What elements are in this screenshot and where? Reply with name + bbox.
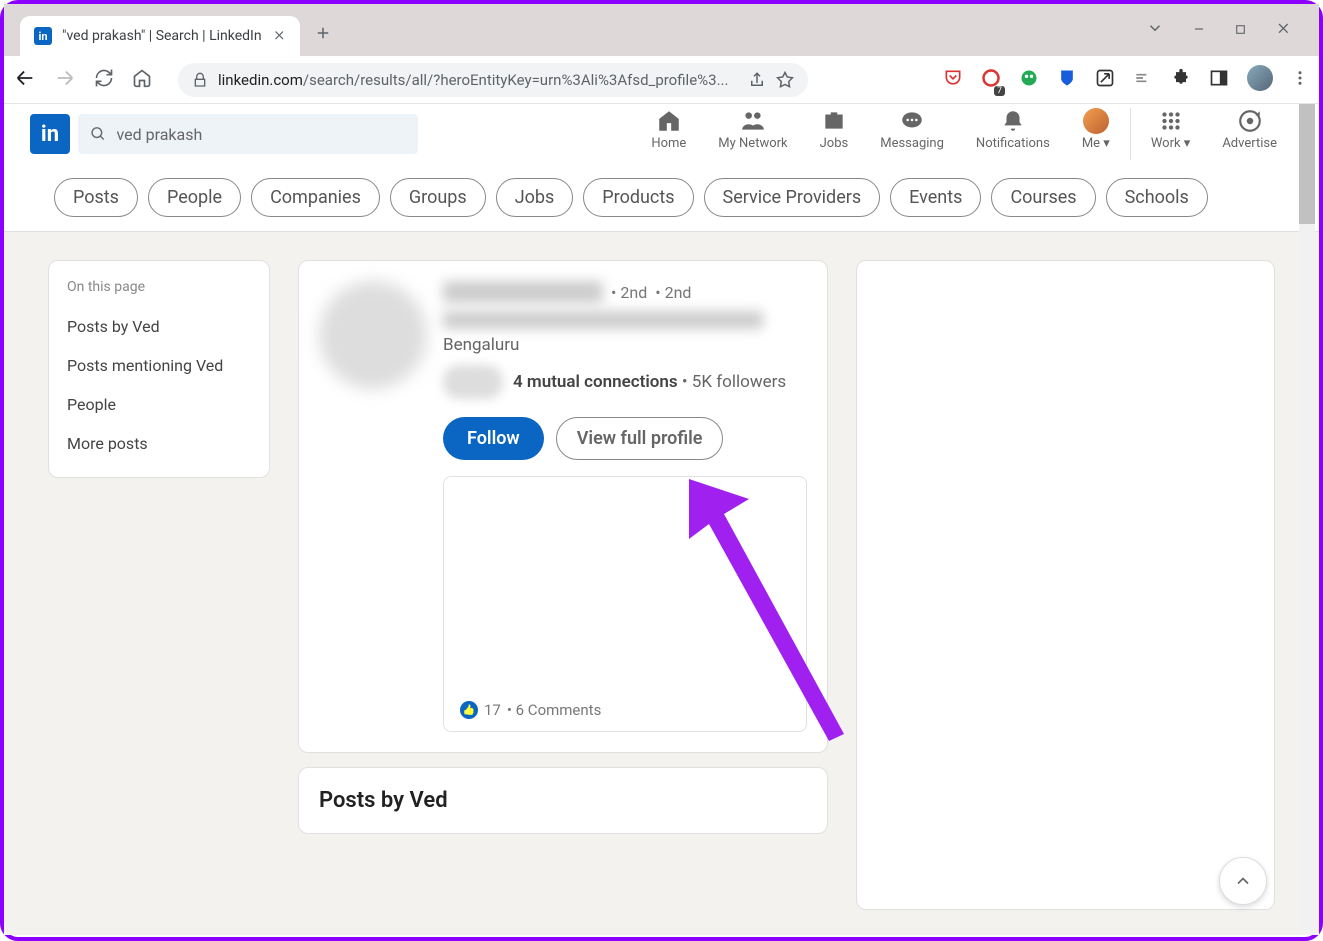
sidebar-link-posts-mentioning[interactable]: Posts mentioning Ved [67,346,251,385]
profile-photo[interactable] [319,281,427,389]
nav-work[interactable]: Work ▾ [1135,108,1207,160]
tab-title: "ved prakash" | Search | LinkedIn [62,28,262,44]
me-avatar [1083,108,1109,134]
share-icon[interactable] [748,71,766,89]
close-tab-icon[interactable] [272,27,286,46]
post-preview[interactable]: 17 • 6 Comments [443,476,807,732]
mutual-avatars [443,365,503,399]
scrollbar-thumb[interactable] [1299,104,1315,224]
sidebar-link-people[interactable]: People [67,385,251,424]
home-button[interactable] [132,68,152,92]
browser-tab[interactable]: in "ved prakash" | Search | LinkedIn [20,16,300,56]
sidebar-link-more-posts[interactable]: More posts [67,424,251,463]
nav-me[interactable]: Me ▾ [1066,108,1126,160]
right-sidebar-card [856,260,1275,910]
sidebar-heading: On this page [67,279,251,295]
bell-icon [1000,108,1026,134]
filter-groups[interactable]: Groups [390,178,486,217]
url-text: linkedin.com/search/results/all/?heroEnt… [218,71,738,89]
briefcase-icon [821,108,847,134]
view-full-profile-button[interactable]: View full profile [556,417,724,460]
extension-icon-2[interactable] [1095,68,1115,92]
profile-headline-blurred [443,311,763,329]
nav-notifications[interactable]: Notifications [960,108,1066,160]
lock-icon [192,72,208,88]
close-window-icon[interactable] [1275,20,1291,40]
filter-companies[interactable]: Companies [251,178,380,217]
filter-jobs[interactable]: Jobs [496,178,574,217]
nav-advertise[interactable]: Advertise [1206,108,1293,160]
search-icon [90,125,106,143]
linkedin-header: in Home My Network Jobs Messaging Notifi… [4,104,1319,164]
maximize-icon[interactable] [1234,21,1247,40]
linkedin-logo[interactable]: in [30,114,70,154]
reload-button[interactable] [94,68,114,92]
search-input[interactable] [116,125,406,144]
home-icon [656,108,682,134]
page-body: On this page Posts by Ved Posts mentioni… [4,232,1319,935]
star-icon[interactable] [776,71,794,89]
network-icon [740,108,766,134]
search-filters: Posts People Companies Groups Jobs Produ… [4,164,1319,232]
filter-service-providers[interactable]: Service Providers [704,178,881,217]
posts-by-section: Posts by Ved [298,767,828,834]
filter-people[interactable]: People [148,178,241,217]
follow-button[interactable]: Follow [443,417,544,460]
address-bar[interactable]: linkedin.com/search/results/all/?heroEnt… [178,63,808,97]
nav-home[interactable]: Home [635,108,702,160]
extensions-area: 7 [943,65,1309,95]
messaging-icon [899,108,925,134]
filter-products[interactable]: Products [583,178,693,217]
nav-network[interactable]: My Network [702,108,803,160]
target-icon [1237,108,1263,134]
profile-name-blurred[interactable] [443,281,603,303]
post-stats: 17 • 6 Comments [460,701,601,719]
on-this-page-card: On this page Posts by Ved Posts mentioni… [48,260,270,478]
bitwarden-icon[interactable] [1057,68,1077,92]
comment-count: • 6 Comments [507,701,601,719]
menu-icon[interactable] [1291,69,1309,91]
chevron-down-icon[interactable] [1146,19,1164,41]
filter-courses[interactable]: Courses [991,178,1095,217]
window-controls [1146,4,1311,56]
nav-jobs[interactable]: Jobs [804,108,865,160]
nav-messaging[interactable]: Messaging [864,108,960,160]
opera-icon[interactable]: 7 [981,68,1001,92]
extension-icon-1[interactable] [1019,68,1039,92]
connection-degree: • 2nd [611,283,647,302]
profile-avatar[interactable] [1247,65,1273,95]
nav-separator [1130,108,1131,160]
filter-events[interactable]: Events [890,178,981,217]
linkedin-favicon: in [34,27,52,45]
profile-location: Bengaluru [443,335,807,355]
extension-icon-3[interactable] [1133,68,1153,92]
back-button[interactable] [14,67,36,93]
new-tab-button[interactable] [314,24,332,46]
posts-section-title: Posts by Ved [319,788,807,813]
linkedin-search-box[interactable] [78,114,418,154]
pocket-icon[interactable] [943,68,963,92]
forward-button[interactable] [54,67,76,93]
minimize-icon[interactable] [1192,21,1206,40]
sidepanel-icon[interactable] [1209,68,1229,92]
extensions-puzzle-icon[interactable] [1171,68,1191,92]
apps-grid-icon [1158,108,1184,134]
sidebar-link-posts-by[interactable]: Posts by Ved [67,307,251,346]
scroll-up-button[interactable] [1219,857,1267,905]
like-count: 17 [484,701,501,719]
filter-posts[interactable]: Posts [54,178,138,217]
mutual-text: 4 mutual connections • 5K followers [513,372,786,392]
filter-schools[interactable]: Schools [1106,178,1208,217]
profile-result-card: • 2nd • 2nd Bengaluru 4 mutual connectio… [298,260,828,753]
like-icon [460,701,478,719]
scrollbar[interactable] [1299,104,1315,933]
browser-titlebar: in "ved prakash" | Search | LinkedIn [4,4,1319,56]
connection-degree-2: • 2nd [655,283,691,302]
browser-toolbar: linkedin.com/search/results/all/?heroEnt… [4,56,1319,104]
